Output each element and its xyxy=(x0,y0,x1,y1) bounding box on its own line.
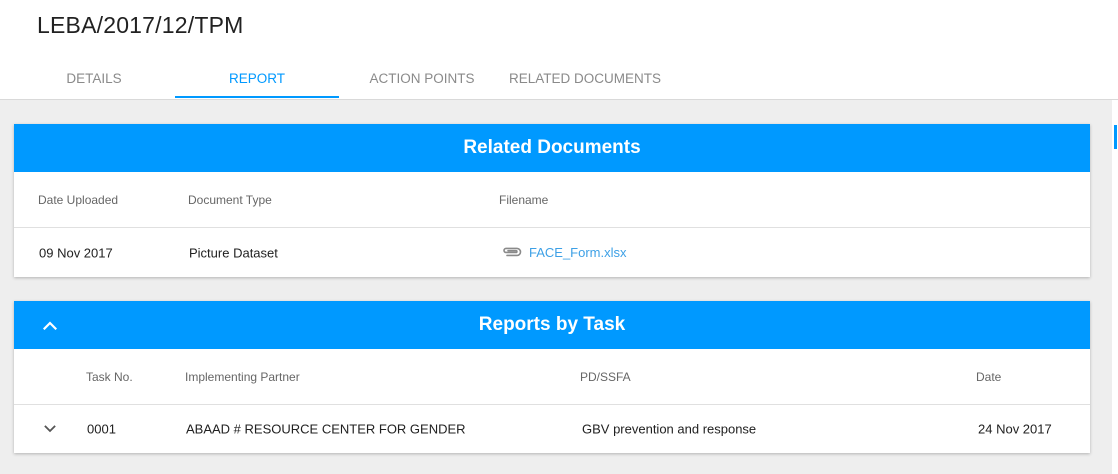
page-header: LEBA/2017/12/TPM DETAILS REPORT ACTION P… xyxy=(0,0,1118,100)
table-header-row: Date Uploaded Document Type Filename xyxy=(14,172,1090,228)
collapse-button[interactable] xyxy=(38,313,62,337)
tab-details[interactable]: DETAILS xyxy=(14,58,174,99)
scrollbar-thumb[interactable] xyxy=(1114,125,1117,149)
related-documents-title: Related Documents xyxy=(463,137,641,158)
table-row[interactable]: 0001 ABAAD # RESOURCE CENTER FOR GENDER … xyxy=(14,405,1090,453)
column-header-pd-ssfa: PD/SSFA xyxy=(580,369,631,384)
date-uploaded-cell: 09 Nov 2017 xyxy=(39,245,113,260)
reports-by-task-card: Reports by Task Task No. Implementing Pa… xyxy=(14,301,1090,453)
related-documents-card: Related Documents Date Uploaded Document… xyxy=(14,124,1090,277)
chevron-up-icon xyxy=(42,314,58,336)
date-cell: 24 Nov 2017 xyxy=(978,421,1052,437)
column-header-task-no: Task No. xyxy=(86,369,133,384)
column-header-filename: Filename xyxy=(499,192,549,207)
active-tab-indicator xyxy=(175,96,339,98)
chevron-down-icon xyxy=(44,420,56,438)
tab-action-points[interactable]: ACTION POINTS xyxy=(340,58,504,99)
tab-related-documents[interactable]: RELATED DOCUMENTS xyxy=(500,58,670,99)
filename-cell: FACE_Form.xlsx xyxy=(501,244,627,260)
tab-report[interactable]: REPORT xyxy=(175,58,339,99)
related-documents-header: Related Documents xyxy=(14,124,1090,172)
table-row: 09 Nov 2017 Picture Dataset FACE_Form.xl… xyxy=(14,228,1090,277)
paperclip-icon xyxy=(501,246,523,261)
page-title: LEBA/2017/12/TPM xyxy=(37,12,244,38)
file-link[interactable]: FACE_Form.xlsx xyxy=(529,244,627,259)
table-header-row: Task No. Implementing Partner PD/SSFA Da… xyxy=(14,349,1090,405)
side-panel-edge xyxy=(1112,100,1118,474)
expand-row-button[interactable] xyxy=(40,419,60,439)
implementing-partner-cell: ABAAD # RESOURCE CENTER FOR GENDER xyxy=(186,421,466,437)
column-header-date: Date xyxy=(976,369,1002,384)
reports-by-task-title: Reports by Task xyxy=(478,314,626,335)
column-header-implementing-partner: Implementing Partner xyxy=(185,369,300,384)
task-no-cell: 0001 xyxy=(87,421,116,437)
column-header-document-type: Document Type xyxy=(188,192,272,207)
column-header-date-uploaded: Date Uploaded xyxy=(38,192,119,207)
pd-ssfa-cell: GBV prevention and response xyxy=(582,421,757,437)
document-type-cell: Picture Dataset xyxy=(189,245,278,260)
reports-by-task-header: Reports by Task xyxy=(14,301,1090,349)
